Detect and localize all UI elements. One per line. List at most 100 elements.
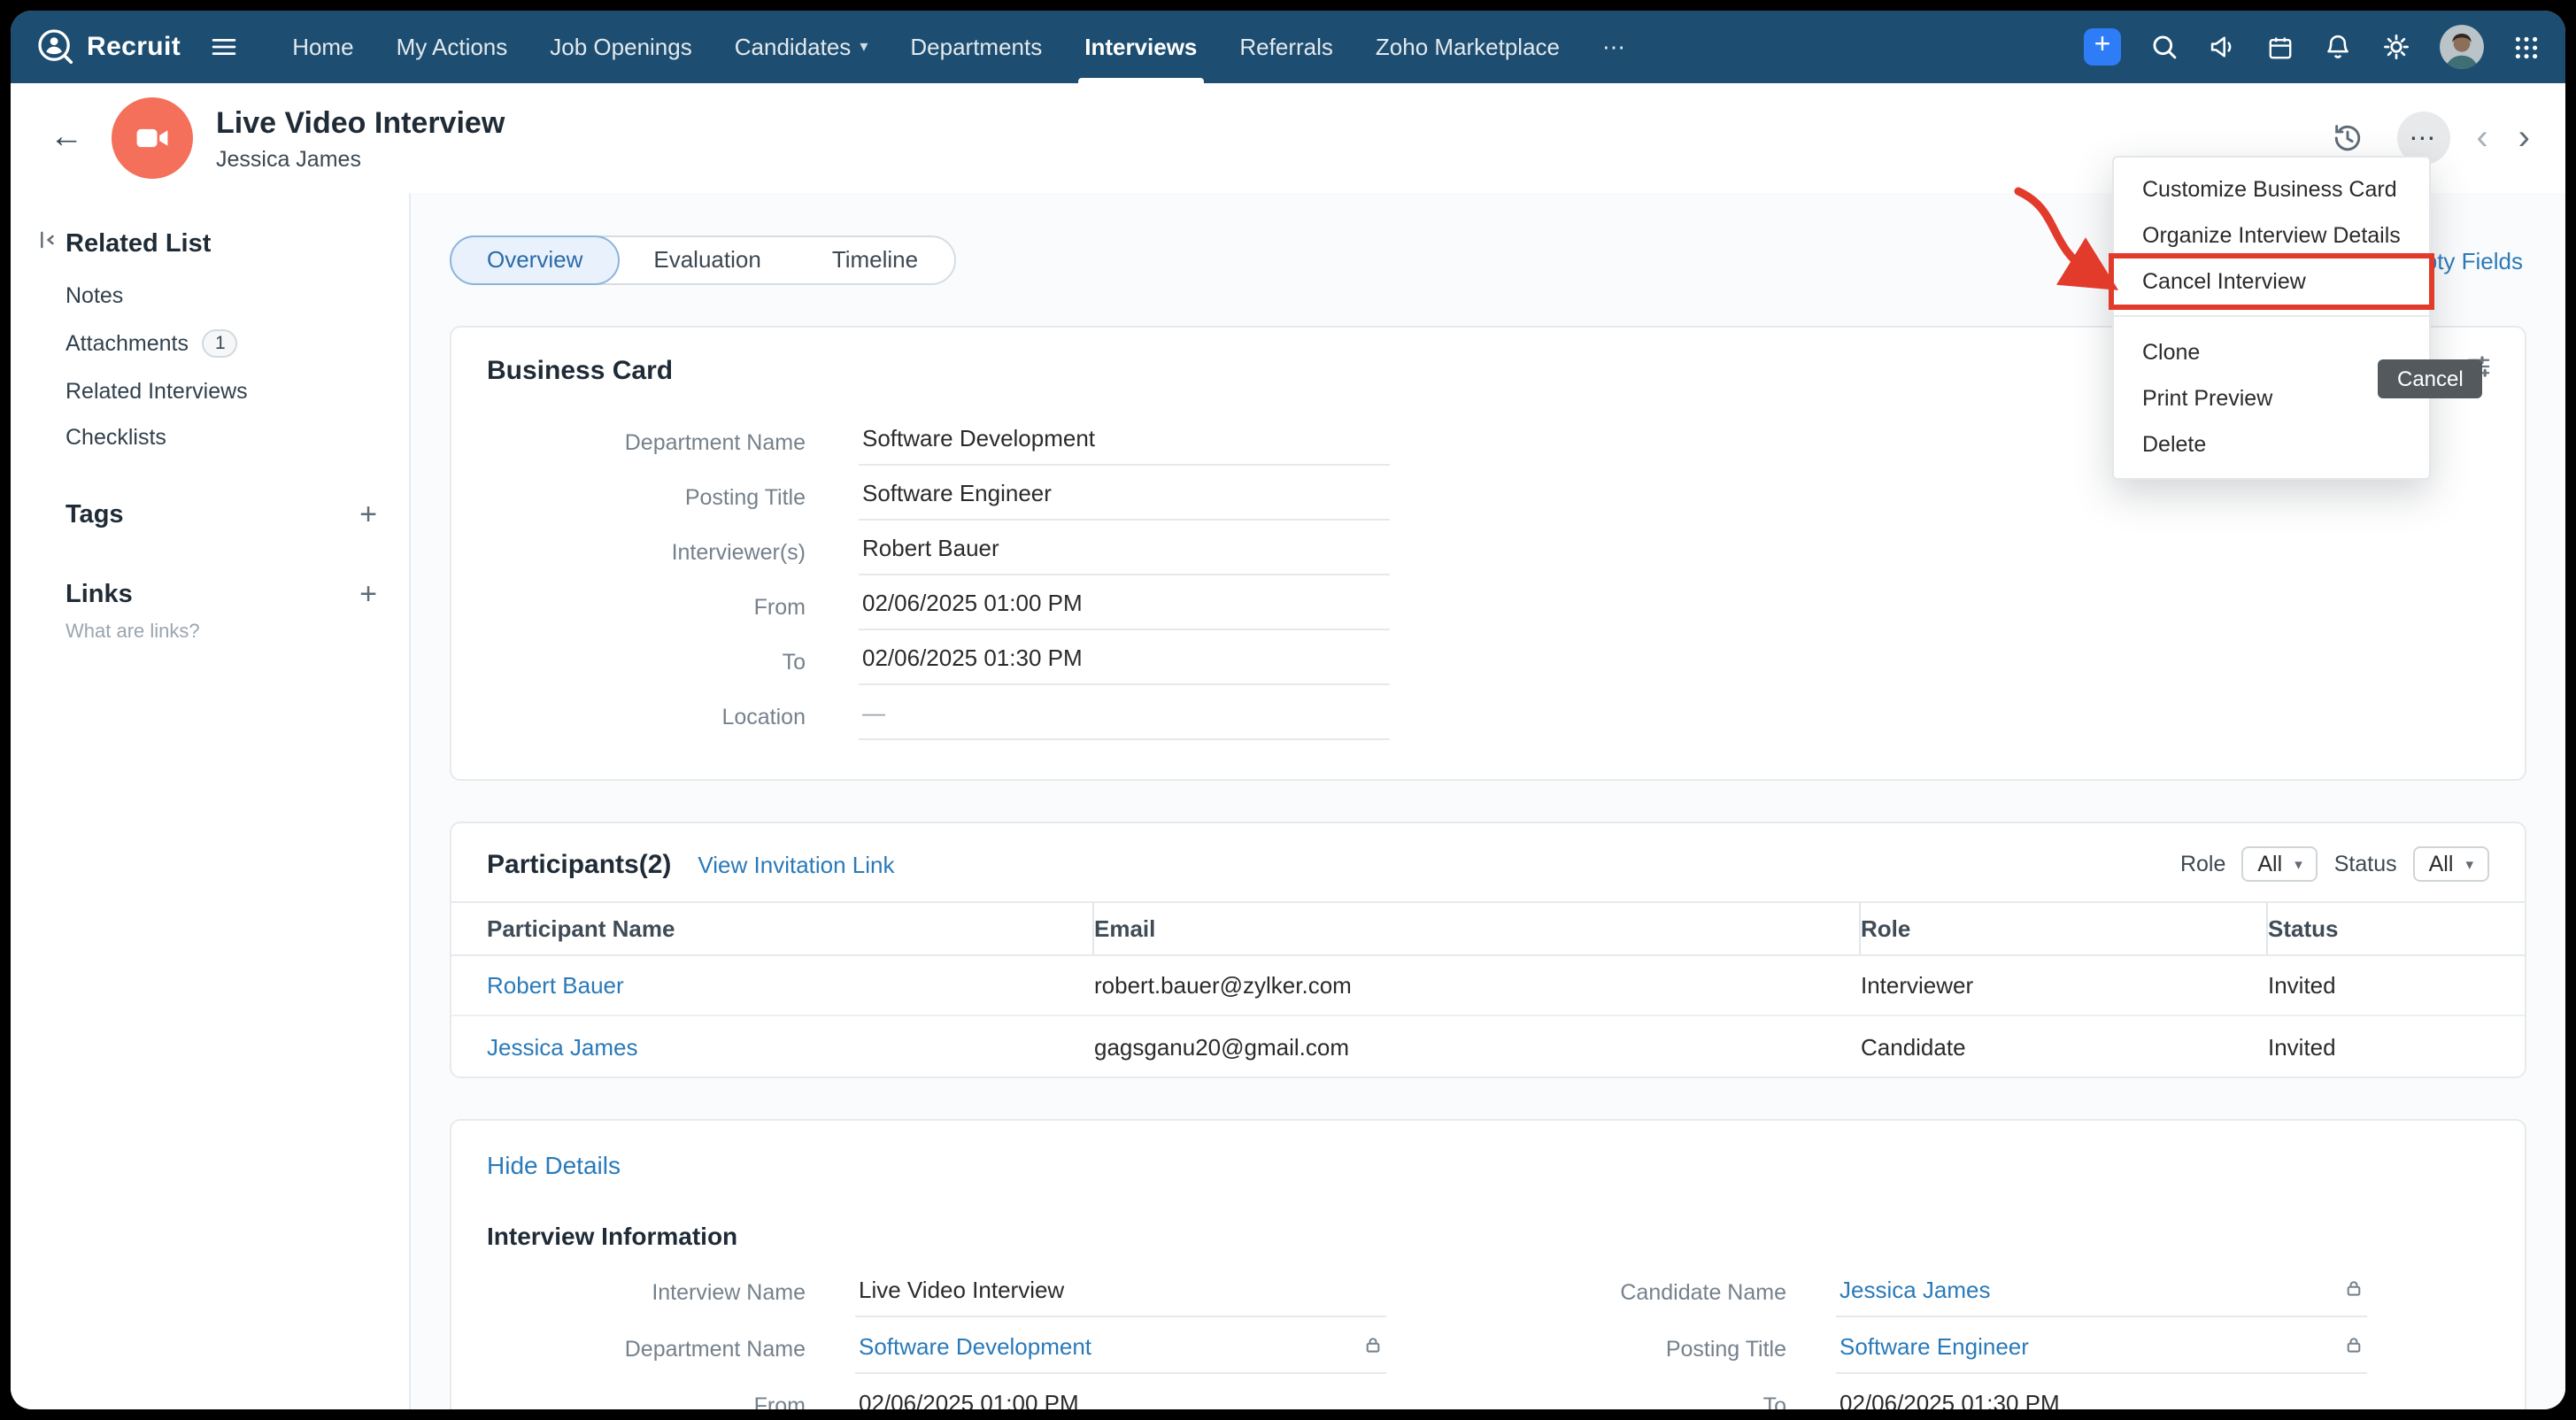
- participant-row: Robert Bauer robert.bauer@zylker.com Int…: [451, 956, 2525, 1016]
- settings-gear-icon[interactable]: [2381, 32, 2411, 62]
- chevron-down-icon: ▾: [860, 11, 868, 83]
- add-link-button[interactable]: +: [359, 583, 377, 607]
- lock-icon: [2344, 1332, 2364, 1359]
- participant-status: Invited: [2268, 972, 2525, 999]
- department-link[interactable]: Software Development: [859, 1332, 1091, 1359]
- menu-item-organize-interview-details[interactable]: Organize Interview Details: [2114, 212, 2429, 259]
- menu-item-customize-business-card[interactable]: Customize Business Card: [2114, 166, 2429, 212]
- role-filter-select[interactable]: All ▾: [2241, 846, 2318, 882]
- interview-type-badge: [112, 97, 193, 179]
- field-interviewers: Interviewer(s) Robert Bauer: [487, 524, 2489, 579]
- app-window: Recruit Home My Actions Job Openings Can…: [11, 11, 2565, 1409]
- nav-item-job-openings[interactable]: Job Openings: [528, 11, 713, 83]
- role-filter-label: Role: [2180, 852, 2225, 876]
- tags-title: Tags: [66, 501, 124, 529]
- record-tabs: Overview Evaluation Timeline: [450, 235, 955, 285]
- video-camera-icon: [133, 119, 172, 158]
- nav-item-referrals[interactable]: Referrals: [1218, 11, 1354, 83]
- recruit-logo-icon: [35, 27, 76, 67]
- attachments-count-badge: 1: [203, 329, 238, 358]
- cancel-tooltip: Cancel: [2378, 359, 2483, 398]
- hamburger-menu-icon[interactable]: [209, 32, 239, 62]
- participant-role: Candidate: [1861, 1033, 2268, 1060]
- top-navbar: Recruit Home My Actions Job Openings Can…: [11, 11, 2565, 83]
- field-candidate-name: Candidate Name Jessica James: [1492, 1264, 2489, 1321]
- interview-details-section: Hide Details Interview Information Inter…: [450, 1119, 2526, 1409]
- candidate-link[interactable]: Jessica James: [1839, 1276, 1991, 1302]
- history-clock-icon: [2329, 120, 2364, 156]
- notifications-bell-icon[interactable]: [2323, 32, 2353, 62]
- sidebar-item-attachments[interactable]: Attachments 1: [66, 329, 409, 358]
- collapse-sidebar-icon[interactable]: [35, 228, 58, 260]
- menu-divider: [2114, 315, 2429, 317]
- field-interview-name: Interview Name Live Video Interview: [487, 1264, 1393, 1321]
- previous-record-button[interactable]: ‹: [2472, 118, 2491, 158]
- nav-item-zoho-marketplace[interactable]: Zoho Marketplace: [1354, 11, 1581, 83]
- zoho-recruit-logo[interactable]: Recruit: [35, 27, 181, 67]
- next-record-button[interactable]: ›: [2515, 118, 2534, 158]
- participant-link[interactable]: Robert Bauer: [487, 972, 624, 999]
- menu-item-cancel-interview[interactable]: Cancel Interview: [2114, 259, 2429, 305]
- tab-timeline[interactable]: Timeline: [797, 237, 953, 283]
- calendar-icon[interactable]: [2266, 33, 2294, 61]
- search-icon[interactable]: [2149, 32, 2179, 62]
- chevron-down-icon: ▾: [2294, 854, 2302, 874]
- field-department-name: Department Name Software Development: [487, 1321, 1393, 1378]
- nav-overflow-button[interactable]: ⋯: [1581, 11, 1647, 83]
- column-participant-name: Participant Name: [451, 903, 1094, 954]
- app-grid-icon[interactable]: [2512, 33, 2541, 61]
- field-location: Location —: [487, 689, 2489, 744]
- tab-overview[interactable]: Overview: [450, 235, 620, 285]
- announcements-icon[interactable]: [2208, 32, 2238, 62]
- chevron-down-icon: ▾: [2465, 854, 2473, 874]
- participant-status: Invited: [2268, 1033, 2525, 1060]
- primary-nav: Home My Actions Job Openings Candidates▾…: [271, 11, 1647, 83]
- column-role: Role: [1861, 903, 2268, 954]
- lock-icon: [1363, 1332, 1383, 1359]
- quick-create-button[interactable]: +: [2084, 28, 2121, 66]
- column-status: Status: [2268, 903, 2525, 954]
- hide-details-link[interactable]: Hide Details: [487, 1151, 2489, 1179]
- field-to: To 02/06/2025 01:30 PM: [1492, 1378, 2489, 1409]
- links-title: Links: [66, 581, 133, 609]
- participant-role: Interviewer: [1861, 972, 2268, 999]
- view-invitation-link[interactable]: View Invitation Link: [698, 851, 894, 877]
- record-actions-menu: Customize Business Card Organize Intervi…: [2112, 156, 2431, 480]
- links-hint: What are links?: [11, 621, 409, 643]
- participant-email: robert.bauer@zylker.com: [1094, 972, 1861, 999]
- status-filter-select[interactable]: All ▾: [2413, 846, 2489, 882]
- tab-evaluation[interactable]: Evaluation: [618, 237, 796, 283]
- nav-item-departments[interactable]: Departments: [889, 11, 1063, 83]
- participants-table-header: Participant Name Email Role Status: [451, 901, 2525, 956]
- related-list-title: Related List: [66, 230, 211, 259]
- sidebar-item-notes[interactable]: Notes: [66, 283, 409, 308]
- menu-item-delete[interactable]: Delete: [2114, 421, 2429, 467]
- participants-title: Participants(2): [487, 849, 671, 879]
- candidate-subtitle: Jessica James: [216, 146, 505, 171]
- field-posting-title: Posting Title Software Engineer: [1492, 1321, 2489, 1378]
- field-from: From 02/06/2025 01:00 PM: [487, 1378, 1393, 1409]
- interview-information-title: Interview Information: [487, 1222, 2489, 1250]
- field-to: To 02/06/2025 01:30 PM: [487, 634, 2489, 689]
- brand-name: Recruit: [87, 32, 181, 62]
- page-title: Live Video Interview: [216, 105, 505, 141]
- related-list-sidebar: Related List Notes Attachments 1 Related…: [11, 193, 411, 1409]
- record-titles: Live Video Interview Jessica James: [216, 105, 505, 171]
- posting-title-link[interactable]: Software Engineer: [1839, 1332, 2029, 1359]
- participant-link[interactable]: Jessica James: [487, 1033, 638, 1060]
- add-tag-button[interactable]: +: [359, 503, 377, 528]
- nav-item-home[interactable]: Home: [271, 11, 374, 83]
- more-icon: ⋯: [1602, 11, 1625, 83]
- status-filter-label: Status: [2334, 852, 2397, 876]
- back-button[interactable]: ←: [42, 119, 90, 158]
- column-email: Email: [1094, 903, 1861, 954]
- participant-row: Jessica James gagsganu20@gmail.com Candi…: [451, 1016, 2525, 1077]
- user-avatar[interactable]: [2440, 25, 2484, 69]
- participants-section: Participants(2) View Invitation Link Rol…: [450, 822, 2526, 1078]
- field-from: From 02/06/2025 01:00 PM: [487, 579, 2489, 634]
- nav-item-candidates[interactable]: Candidates▾: [713, 11, 890, 83]
- sidebar-item-related-interviews[interactable]: Related Interviews: [66, 379, 409, 404]
- sidebar-item-checklists[interactable]: Checklists: [66, 425, 409, 450]
- nav-item-interviews[interactable]: Interviews: [1063, 11, 1218, 83]
- nav-item-my-actions[interactable]: My Actions: [375, 11, 529, 83]
